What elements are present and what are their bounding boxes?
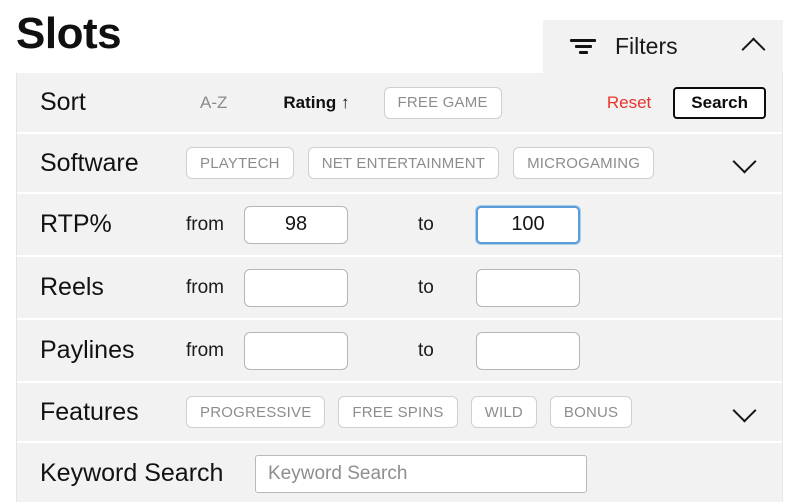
features-label: Features xyxy=(40,397,139,426)
chevron-down-icon[interactable] xyxy=(732,150,758,176)
rtp-to-label: to xyxy=(418,213,434,235)
paylines-from-label: from xyxy=(186,339,224,361)
software-label: Software xyxy=(40,148,139,177)
slots-filters-screen: Slots Filters Sort A-Z Rating ↑ FREE GAM… xyxy=(0,0,800,502)
software-row: Software PLAYTECH NET ENTERTAINMENT MICR… xyxy=(17,134,782,194)
reels-label: Reels xyxy=(40,273,104,301)
features-option-free-spins[interactable]: FREE SPINS xyxy=(338,396,458,428)
features-option-wild[interactable]: WILD xyxy=(470,396,537,428)
keyword-search-label: Keyword Search xyxy=(40,459,224,487)
software-option-microgaming[interactable]: MICROGAMING xyxy=(513,147,655,179)
sort-option-rating[interactable]: Rating ↑ xyxy=(283,93,349,113)
sort-row: Sort A-Z Rating ↑ FREE GAME Reset Search xyxy=(17,73,782,134)
page-title: Slots xyxy=(16,9,122,58)
chevron-down-icon[interactable] xyxy=(732,399,758,425)
software-option-net-entertainment[interactable]: NET ENTERTAINMENT xyxy=(307,147,500,179)
reels-from-input[interactable] xyxy=(244,268,348,307)
rtp-row: RTP% from 98 to 100 xyxy=(17,194,782,257)
paylines-label: Paylines xyxy=(40,336,135,364)
sort-label: Sort xyxy=(40,88,86,116)
filters-header[interactable]: Filters xyxy=(543,20,783,73)
search-button[interactable]: Search xyxy=(673,86,766,119)
paylines-from-input[interactable] xyxy=(244,331,348,370)
paylines-to-input[interactable] xyxy=(476,331,580,370)
features-option-bonus[interactable]: BONUS xyxy=(549,396,633,428)
reels-to-label: to xyxy=(418,276,434,298)
reels-from-label: from xyxy=(186,276,224,298)
keyword-search-input[interactable]: Keyword Search xyxy=(255,454,587,493)
reels-row: Reels from to xyxy=(17,257,782,320)
sort-option-az[interactable]: A-Z xyxy=(200,93,227,113)
rtp-from-input[interactable]: 98 xyxy=(244,205,348,244)
filters-label: Filters xyxy=(615,33,678,59)
software-option-playtech[interactable]: PLAYTECH xyxy=(186,147,294,179)
features-row: Features PROGRESSIVE FREE SPINS WILD BON… xyxy=(17,383,782,443)
features-option-progressive[interactable]: PROGRESSIVE xyxy=(186,396,326,428)
reset-button[interactable]: Reset xyxy=(607,93,651,113)
paylines-to-label: to xyxy=(418,339,434,361)
rtp-from-label: from xyxy=(186,213,224,235)
rtp-label: RTP% xyxy=(40,210,112,238)
filters-panel: Sort A-Z Rating ↑ FREE GAME Reset Search… xyxy=(16,73,783,502)
paylines-row: Paylines from to xyxy=(17,320,782,383)
filter-icon xyxy=(569,37,597,57)
reels-to-input[interactable] xyxy=(476,268,580,307)
keyword-search-row: Keyword Search Keyword Search xyxy=(17,443,782,502)
rtp-to-input[interactable]: 100 xyxy=(476,205,580,244)
sort-free-game-pill[interactable]: FREE GAME xyxy=(383,86,502,119)
chevron-up-icon[interactable] xyxy=(741,34,767,60)
